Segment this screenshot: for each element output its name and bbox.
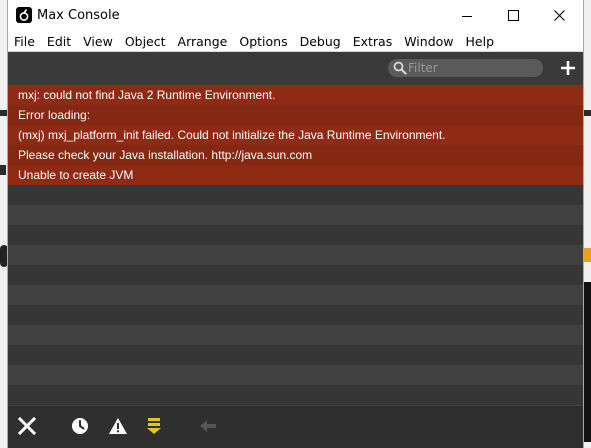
console-log[interactable]: mxj: could not find Java 2 Runtime Envir… <box>8 85 583 406</box>
empty-log-row <box>8 285 583 305</box>
back-arrow-icon <box>200 420 216 432</box>
menu-help[interactable]: Help <box>460 34 501 49</box>
close-icon <box>553 10 565 21</box>
filter-input[interactable] <box>408 59 538 77</box>
console-message[interactable]: mxj: could not find Java 2 Runtime Envir… <box>8 85 583 105</box>
empty-log-row <box>8 225 583 245</box>
empty-log-row <box>8 205 583 225</box>
menu-view[interactable]: View <box>77 34 119 49</box>
console-message[interactable]: (mxj) mxj_platform_init failed. Could no… <box>8 125 583 145</box>
clear-icon <box>17 416 37 436</box>
empty-log-row <box>8 325 583 345</box>
background-fragment <box>0 165 6 175</box>
filter-field[interactable] <box>388 59 543 77</box>
menu-edit[interactable]: Edit <box>41 34 77 49</box>
menu-file[interactable]: File <box>8 34 41 49</box>
window-title: Max Console <box>37 8 120 23</box>
maximize-icon <box>507 10 519 21</box>
background-fragment <box>0 245 8 267</box>
menu-window[interactable]: Window <box>398 34 459 49</box>
scroll-to-bottom-icon <box>147 418 161 434</box>
empty-log-row <box>8 345 583 365</box>
back-button[interactable] <box>198 416 218 436</box>
empty-log-row <box>8 185 583 205</box>
search-icon <box>393 61 407 75</box>
console-message[interactable]: Please check your Java installation. htt… <box>8 145 583 165</box>
console-bottom-toolbar <box>8 406 583 448</box>
maximize-button[interactable] <box>490 0 536 31</box>
minimize-icon <box>462 15 472 17</box>
warning-icon <box>109 418 127 434</box>
menu-arrange[interactable]: Arrange <box>172 34 234 49</box>
title-bar[interactable]: Max Console <box>8 0 583 31</box>
add-icon[interactable] <box>561 61 575 75</box>
clear-button[interactable] <box>17 416 37 436</box>
timestamp-button[interactable] <box>70 416 90 436</box>
menu-options[interactable]: Options <box>233 34 293 49</box>
empty-log-row <box>8 365 583 385</box>
empty-log-row <box>8 385 583 405</box>
menu-object[interactable]: Object <box>119 34 172 49</box>
max-console-window: Max Console File Edit View Object Arrang… <box>8 0 583 448</box>
close-button[interactable] <box>536 0 582 31</box>
menu-bar: File Edit View Object Arrange Options De… <box>8 31 583 52</box>
max-app-icon <box>16 7 32 23</box>
auto-scroll-button[interactable] <box>144 416 164 436</box>
minimize-button[interactable] <box>444 0 490 31</box>
show-errors-button[interactable] <box>108 416 128 436</box>
empty-log-row <box>8 265 583 285</box>
menu-extras[interactable]: Extras <box>347 34 399 49</box>
console-message[interactable]: Unable to create JVM <box>8 165 583 185</box>
clock-icon <box>72 418 88 434</box>
menu-debug[interactable]: Debug <box>294 34 347 49</box>
empty-log-row <box>8 305 583 325</box>
console-message[interactable]: Error loading: <box>8 105 583 125</box>
console-toolbar <box>8 52 583 85</box>
empty-log-row <box>8 245 583 265</box>
